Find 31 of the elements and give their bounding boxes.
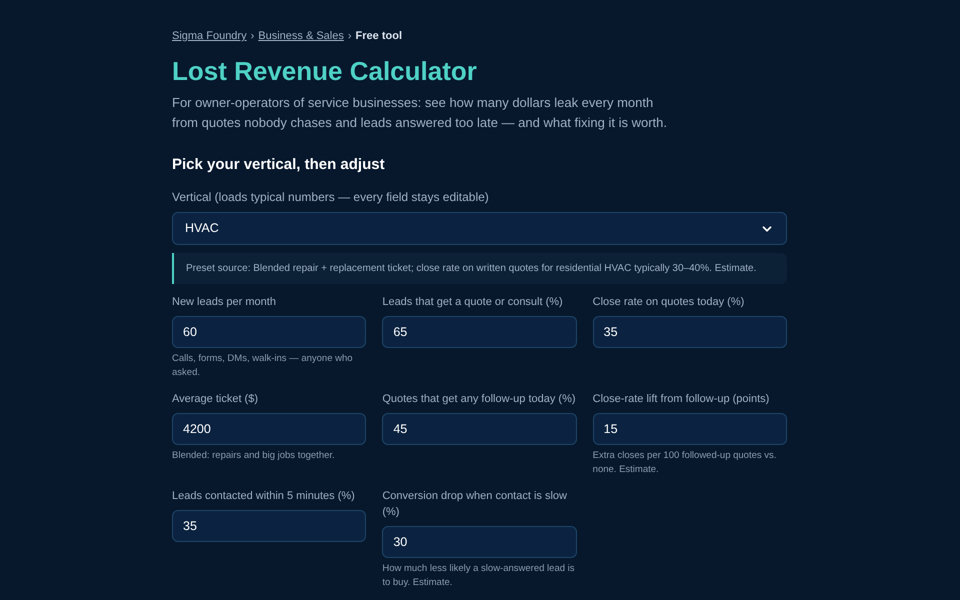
field-hint: Blended: repairs and big jobs together. (172, 449, 336, 463)
field-hint: How much less likely a slow-answered lead is to buy. Estimate. (382, 562, 576, 590)
field-label: Close-rate lift from follow-up (points) (592, 392, 770, 407)
field-label: Average ticket ($) (172, 392, 260, 407)
breadcrumb-separator: › (348, 29, 352, 44)
number-field[interactable]: 65 (382, 316, 577, 348)
field-hint: Calls, forms, DMs, walk-ins — anyone who asked. (172, 352, 354, 380)
preset-note: Preset source: Blended repair + replacement ticket; close rate on written quotes for residential HVAC typically 30–40%. Estimate. (172, 253, 787, 284)
number-field[interactable]: 4200 (172, 413, 366, 445)
field-label: Leads contacted within 5 minutes (%) (172, 489, 356, 504)
number-field[interactable]: 35 (172, 510, 366, 542)
page-subtitle: For owner-operators of service businesses: see how many dollars leak every month from quotes nobody chases and leads answered too late — and what fixing it is worth. (172, 94, 668, 132)
field-label: Quotes that get any follow-up today (%) (382, 392, 577, 407)
field-hint: Extra closes per 100 followed-up quotes vs. none. Estimate. (592, 449, 778, 477)
field-label: New leads per month (172, 295, 277, 310)
number-field[interactable]: 45 (382, 413, 577, 445)
section-heading: Pick your vertical, then adjust (172, 154, 386, 174)
vertical-select[interactable]: HVAC (172, 212, 787, 245)
number-field[interactable]: 30 (382, 526, 577, 558)
field-label: Leads that get a quote or consult (%) (382, 295, 564, 310)
breadcrumb-current: Free tool (356, 29, 402, 44)
field-label: Close rate on quotes today (%) (592, 295, 746, 310)
page-title: Lost Revenue Calculator (172, 54, 478, 86)
breadcrumb-link[interactable]: Sigma Foundry (172, 28, 247, 44)
number-field[interactable]: 15 (592, 413, 787, 445)
field-label: Conversion drop when contact is slow (%) (382, 489, 568, 520)
breadcrumb-link[interactable]: Business & Sales (258, 28, 344, 44)
number-field[interactable]: 60 (172, 316, 366, 348)
breadcrumb-separator: › (250, 29, 254, 44)
field-label: Vertical (loads typical numbers — every field stays editable) (172, 189, 490, 206)
number-field[interactable]: 35 (592, 316, 787, 348)
